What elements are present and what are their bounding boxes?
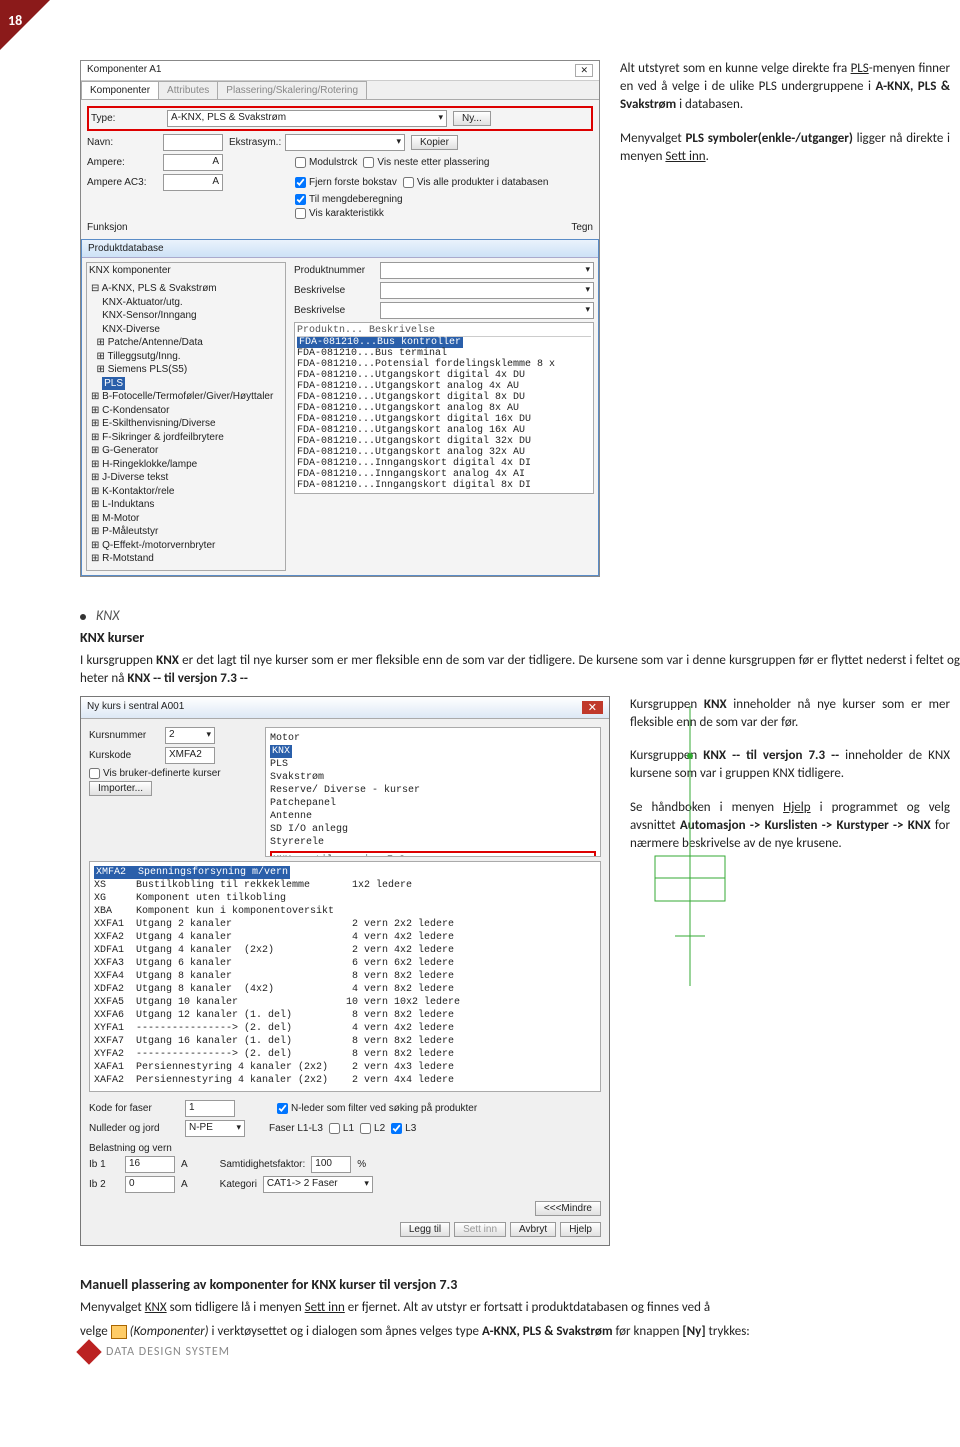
ekstrasym-dropdown: [285, 134, 405, 151]
footer-text: DATA DESIGN SYSTEM: [106, 1345, 230, 1359]
type-dropdown: A-KNX, PLS & Svakstrøm: [167, 110, 447, 127]
ib1-input: 16: [125, 1156, 175, 1173]
samtid-label: Samtidighetsfaktor:: [220, 1159, 306, 1170]
logo-cube-icon: [76, 1340, 101, 1365]
avbryt-button: Avbryt: [510, 1222, 556, 1237]
ib2-label: Ib 2: [89, 1179, 119, 1190]
ib2-input: 0: [125, 1176, 175, 1193]
circuit-diagram: [615, 706, 765, 986]
kursnummer-dropdown: 2: [165, 727, 215, 744]
cb-l2: L2: [360, 1123, 385, 1134]
legg-til-button: Legg til: [400, 1222, 450, 1237]
cb-vis-alle: Vis alle produkter i databasen: [403, 177, 549, 188]
bullet-icon: [80, 614, 86, 620]
knx-komponenter-label: KNX komponenter: [87, 263, 285, 278]
mindre-button: <<<Mindre: [535, 1201, 601, 1216]
product-list-header: Produktn... Beskrivelse: [297, 325, 591, 337]
navn-input: [163, 134, 223, 151]
ampere-ac3-input: A: [163, 174, 223, 191]
faser-label: Faser L1-L3: [269, 1123, 323, 1134]
text-column-1: Alt utstyret som en kunne velge direkte …: [620, 60, 960, 577]
ib1-label: Ib 1: [89, 1159, 119, 1170]
new-course-dialog-screenshot: Ny kurs i sentral A001 ✕ Kursnummer 2 Kur…: [80, 696, 610, 1246]
beskrivelse2-label: Beskrivelse: [294, 305, 374, 316]
nulleder-dropdown: N-PE: [185, 1120, 245, 1137]
close-icon: ✕: [582, 701, 603, 714]
sett-inn-button: Sett inn: [454, 1222, 506, 1237]
footer-logo: DATA DESIGN SYSTEM: [80, 1343, 230, 1361]
cb-vis-bruker: Vis bruker-definerte kurser: [89, 768, 259, 779]
bottom-para-2: velge (Komponenter) i verktøysettet og i…: [80, 1323, 960, 1341]
beskrivelse2-dropdown: [380, 302, 594, 319]
belastning-label: Belastning og vern: [89, 1143, 601, 1154]
bottom-para-1: Menyvalget KNX som tidligere lå i menyen…: [80, 1299, 960, 1317]
beskrivelse-dropdown: [380, 282, 594, 299]
produktnummer-dropdown: [380, 262, 594, 279]
funksjon-label: Funksjon: [87, 222, 128, 233]
cb-l1: L1: [329, 1123, 354, 1134]
course-type-list: MotorKNXPLSSvakstrømReserve/ Diverse - k…: [265, 727, 601, 857]
close-icon: ✕: [575, 64, 593, 77]
type-label: Type:: [91, 113, 161, 124]
cb-vis-neste: Vis neste etter plassering: [363, 157, 489, 168]
kursnummer-label: Kursnummer: [89, 730, 159, 741]
cb-nleder: N-leder som filter ved søking på produkt…: [277, 1103, 477, 1114]
component-toolbar-icon: [111, 1325, 127, 1339]
cb-til: Til mengdeberegning: [295, 194, 403, 205]
kategori-dropdown: CAT1-> 2 Faser: [263, 1176, 373, 1193]
tab-komponenter: Komponenter: [81, 81, 159, 99]
course-detail-list: XMFA2 Spenningsforsyning m/vernXS Bustil…: [89, 861, 601, 1092]
dialog2-title: Ny kurs i sentral A001: [87, 701, 184, 714]
components-dialog-screenshot: Komponenter A1 ✕ Komponenter Attributes …: [80, 60, 600, 577]
ampere-ac3-label: Ampere AC3:: [87, 177, 157, 188]
kategori-label: Kategori: [220, 1179, 257, 1190]
ny-button: Ny...: [453, 111, 491, 126]
productdb-title: Produktdatabase: [88, 243, 164, 254]
knx-kurser-heading: KNX kurser: [80, 629, 960, 646]
tab-plassering: Plassering/Skalering/Rotering: [217, 81, 367, 99]
kopier-button: Kopier: [411, 135, 458, 150]
manuell-heading: Manuell plassering av komponenter for KN…: [80, 1276, 960, 1293]
knx-intro-para: I kursgruppen KNX er det lagt til nye ku…: [80, 652, 960, 688]
cb-l3: L3: [391, 1123, 416, 1134]
samtid-input: 100: [311, 1156, 351, 1173]
kode-faser-input: 1: [185, 1100, 235, 1117]
beskrivelse-label: Beskrivelse: [294, 285, 374, 296]
dialog-title: Komponenter A1: [87, 64, 162, 77]
cb-fjern: Fjern forste bokstav: [295, 177, 397, 188]
product-list: FDA-081210...Bus kontrollerFDA-081210...…: [297, 337, 591, 491]
page-number: 18: [8, 12, 22, 29]
component-tree: ⊟ A-KNX, PLS & Svakstrøm KNX-Aktuator/ut…: [87, 278, 285, 570]
kurskode-input: XMFA2: [165, 747, 215, 764]
importer-button: Importer...: [89, 781, 152, 796]
ekstrasym-label: Ekstrasym.:: [229, 137, 279, 148]
kurskode-label: Kurskode: [89, 750, 159, 761]
cb-modulstrck: Modulstrck: [295, 157, 357, 168]
ampere-label: Ampere:: [87, 157, 157, 168]
hjelp-button: Hjelp: [560, 1222, 601, 1237]
produktnummer-label: Produktnummer: [294, 265, 374, 276]
tab-attributes: Attributes: [158, 81, 218, 99]
ampere-input: A: [163, 154, 223, 171]
cb-vis-kar: Vis karakteristikk: [295, 208, 384, 219]
knx-bullet-heading: KNX: [80, 607, 960, 624]
nulleder-label: Nulleder og jord: [89, 1123, 179, 1134]
navn-label: Navn:: [87, 137, 157, 148]
tegn-label: Tegn: [571, 222, 593, 233]
kode-faser-label: Kode for faser: [89, 1103, 179, 1114]
